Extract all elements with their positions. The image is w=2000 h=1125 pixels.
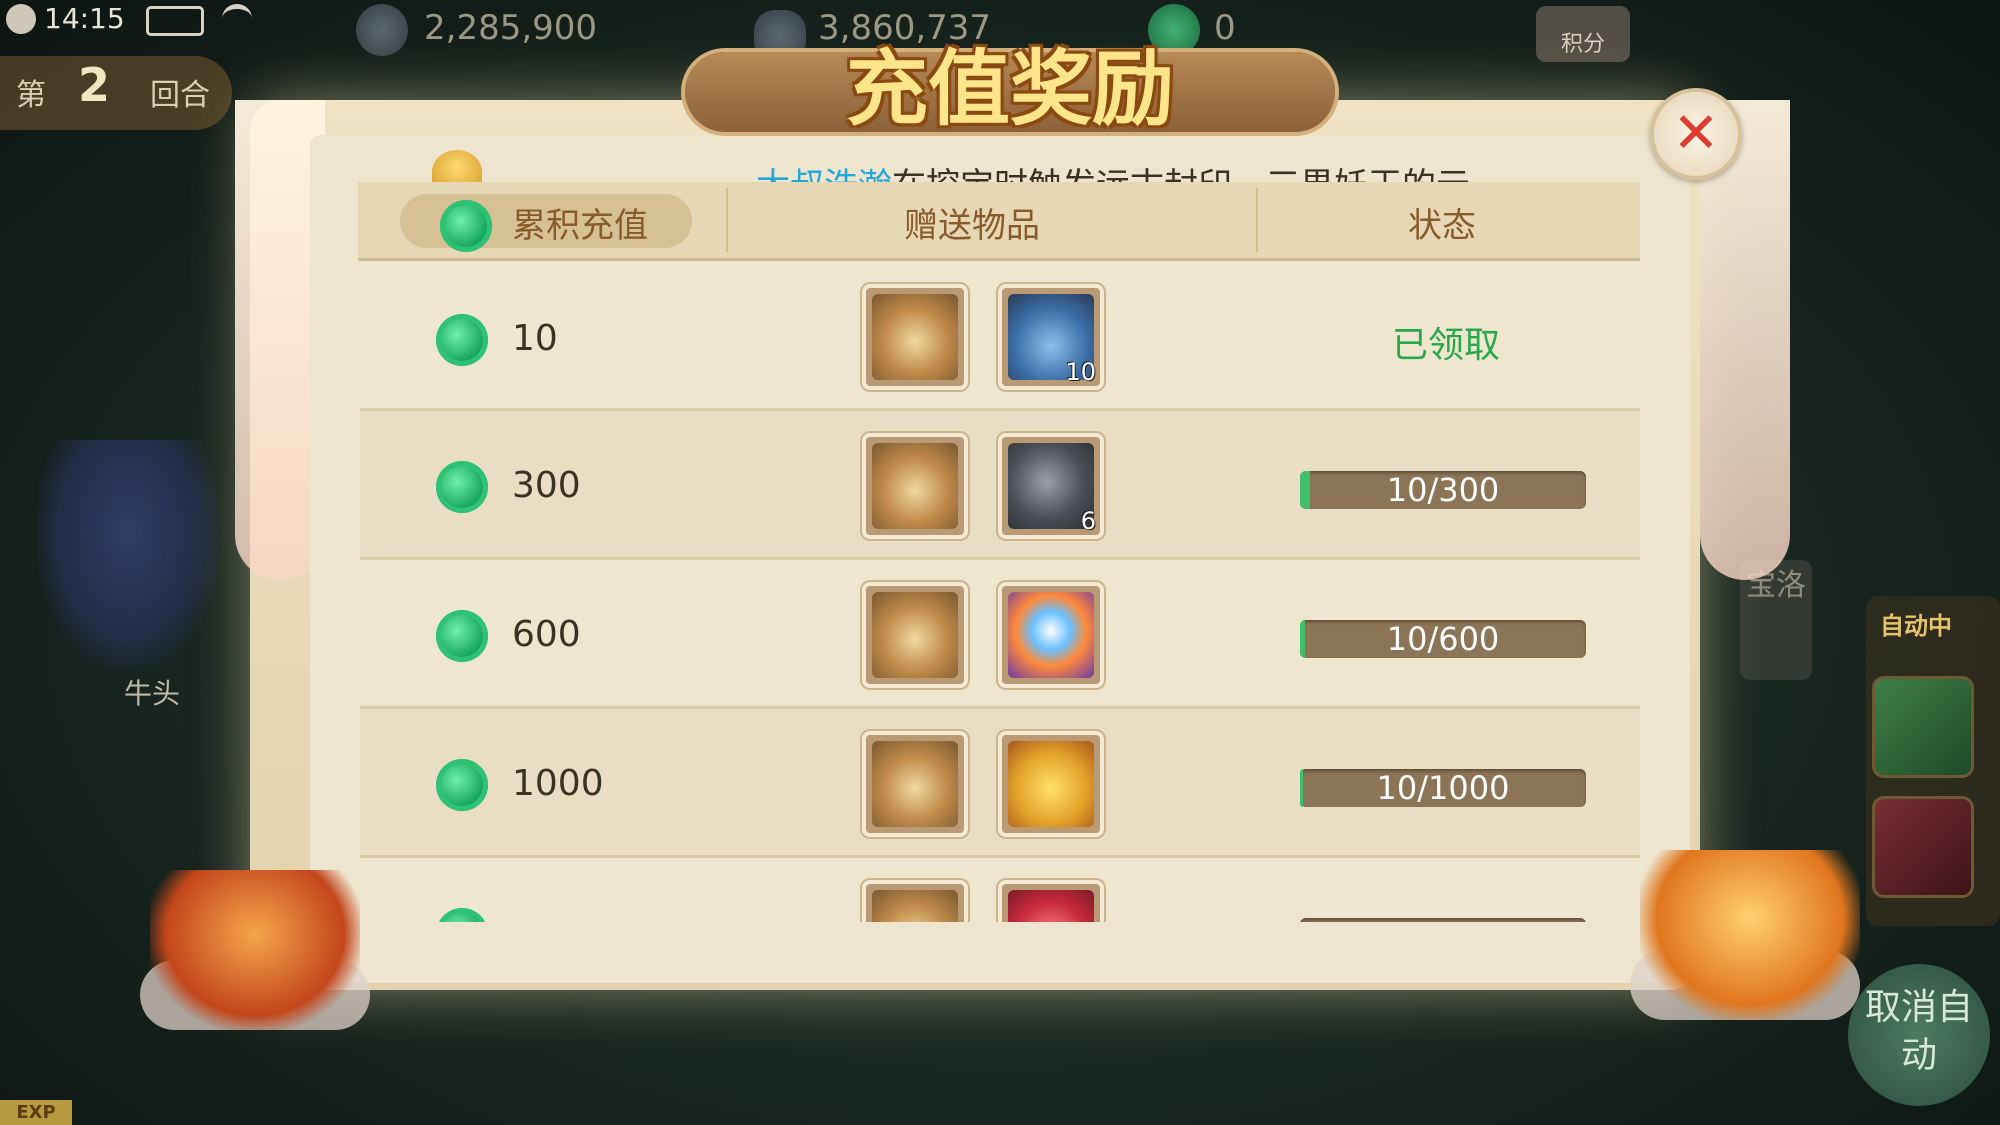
reward-item-slot[interactable]: 10 xyxy=(998,284,1104,390)
recharge-amount: 10 xyxy=(512,318,558,359)
progress-text: 10/600 xyxy=(1386,620,1500,658)
claimed-status: 已领取 xyxy=(1392,325,1501,366)
jade-icon xyxy=(436,610,488,662)
reward-item-slot[interactable] xyxy=(998,880,1104,922)
ox-head-character[interactable] xyxy=(38,440,218,670)
reward-item-slot[interactable] xyxy=(862,433,968,539)
item-quantity: 10 xyxy=(1065,358,1096,386)
cancel-auto-button[interactable]: 取消自动 xyxy=(1848,964,1990,1106)
reward-item-slot[interactable]: 6 xyxy=(998,433,1104,539)
reward-row: 10 10 已领取 xyxy=(360,262,1640,411)
silver-bag-icon xyxy=(872,294,958,380)
progress-bar: 10/1000 xyxy=(1300,769,1586,807)
round-suffix: 回合 xyxy=(150,78,210,113)
silver-bag-icon xyxy=(872,741,958,827)
progress-bar: 10/600 xyxy=(1300,620,1586,658)
jade-icon xyxy=(436,908,488,922)
round-prefix: 第 xyxy=(16,78,46,113)
reward-row: 600 10/600 xyxy=(360,560,1640,709)
round-number: 2 xyxy=(78,58,111,112)
recharge-amount: 600 xyxy=(512,614,581,655)
jade-icon xyxy=(436,759,488,811)
jade-icon xyxy=(436,461,488,513)
header-gifts: 赠送物品 xyxy=(904,206,1040,246)
gold-bag-icon xyxy=(1008,741,1094,827)
progress-fill xyxy=(1300,620,1305,658)
exp-badge: EXP xyxy=(0,1100,72,1125)
settings-gear-icon[interactable] xyxy=(6,4,36,34)
reward-item-slot[interactable] xyxy=(862,731,968,837)
round-counter: 第 2 回合 xyxy=(0,56,232,130)
reward-row xyxy=(360,858,1640,922)
reward-item-slot[interactable] xyxy=(998,731,1104,837)
modal-bottom-margin xyxy=(360,922,1640,980)
treasure-chest-icon xyxy=(150,870,360,1030)
recharge-amount: 1000 xyxy=(512,763,604,804)
auto-defend-icon[interactable] xyxy=(1872,796,1974,898)
progress-text: 10/300 xyxy=(1386,471,1500,509)
progress-fill xyxy=(1300,471,1310,509)
modal-title: 充值奖励 xyxy=(845,42,1174,137)
jade-icon xyxy=(440,200,492,252)
item-quantity: 6 xyxy=(1080,507,1096,535)
header-divider xyxy=(1256,188,1258,252)
tribute-coin-amount: 2,285,900 xyxy=(424,8,598,48)
progress-bar: 10/300 xyxy=(1300,471,1586,509)
close-button[interactable]: ✕ xyxy=(1650,88,1742,180)
treasure-chest-icon xyxy=(1640,850,1860,1020)
silver-bag-icon xyxy=(872,890,958,922)
reward-item-slot[interactable] xyxy=(862,582,968,688)
reward-item-slot[interactable] xyxy=(998,582,1104,688)
character-name: 牛头 xyxy=(124,677,181,710)
progress-fill xyxy=(1300,769,1303,807)
header-cumulative: 累积充值 xyxy=(512,206,648,246)
tribute-coin-icon xyxy=(356,4,408,56)
auto-skill-icon[interactable] xyxy=(1872,676,1974,778)
silver-bag-icon xyxy=(872,443,958,529)
reward-item-slot[interactable] xyxy=(862,284,968,390)
battery-icon xyxy=(146,6,204,36)
score-button[interactable]: 积分 xyxy=(1536,6,1630,62)
reward-item-slot[interactable] xyxy=(862,880,968,922)
red-bag-icon xyxy=(1008,890,1094,922)
header-status: 状态 xyxy=(1408,206,1476,246)
reward-row: 1000 10/1000 xyxy=(360,709,1640,858)
recharge-amount: 300 xyxy=(512,465,581,506)
clock-time: 14:15 xyxy=(44,2,125,35)
reward-row: 300 6 10/300 xyxy=(360,411,1640,560)
close-icon: ✕ xyxy=(1672,101,1720,166)
progress-text: 10/1000 xyxy=(1376,769,1510,807)
jade-icon xyxy=(436,314,488,366)
auto-status-label: 自动中 xyxy=(1880,612,1952,640)
silver-bag-icon xyxy=(872,592,958,678)
header-divider xyxy=(726,188,728,252)
crystal-orb-icon xyxy=(1008,592,1094,678)
wifi-icon xyxy=(222,4,252,33)
